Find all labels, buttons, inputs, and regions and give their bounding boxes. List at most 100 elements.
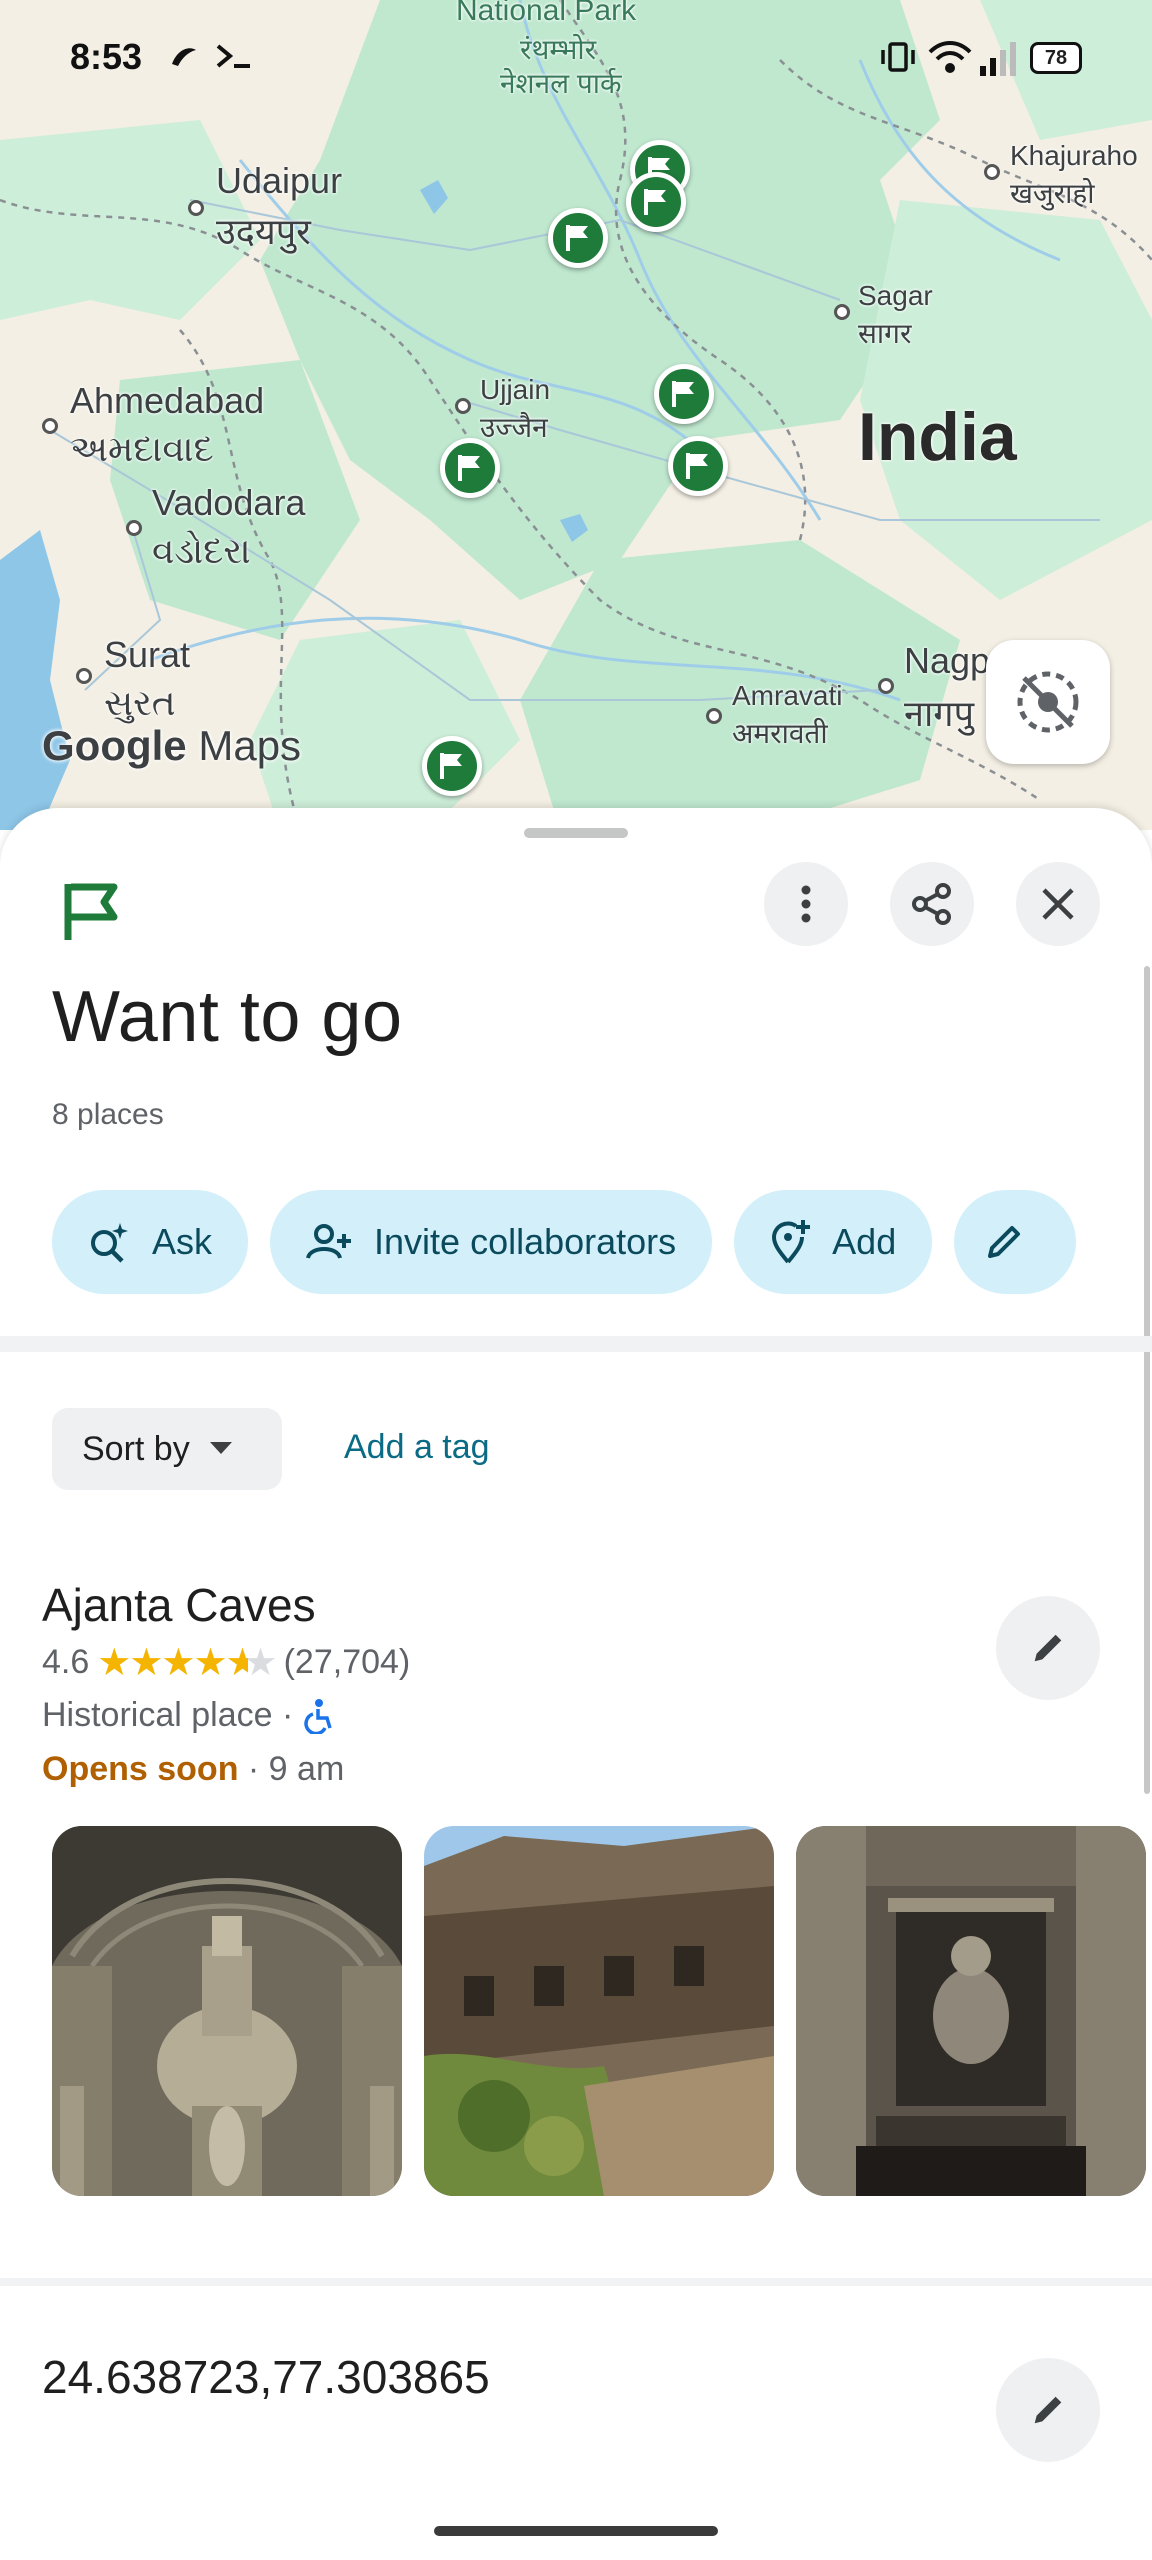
map-country-label: India <box>858 399 1017 475</box>
ask-sparkle-icon <box>91 1223 128 1263</box>
map-city-native-surat: સુરત <box>104 682 176 723</box>
my-location-button[interactable] <box>986 640 1110 764</box>
map-city-label-surat[interactable]: Surat <box>104 634 190 676</box>
add-place-chip[interactable]: Add <box>734 1190 933 1294</box>
place-type-row: Historical place · <box>42 1696 333 1735</box>
pencil-icon <box>988 1226 1021 1258</box>
more-vert-icon <box>801 885 811 923</box>
pencil-icon <box>1034 2396 1062 2424</box>
gesture-nav-bar[interactable] <box>434 2526 718 2536</box>
map-city-label-udaipur[interactable]: Udaipur <box>216 160 342 202</box>
share-icon <box>912 883 951 925</box>
map-city-dot <box>706 708 722 724</box>
cave-interior-stupa-photo[interactable] <box>52 1826 402 2196</box>
list-bottom-sheet: Want to go 8 places Ask Invite collabora… <box>0 808 1152 2560</box>
close-button[interactable] <box>1016 862 1100 946</box>
share-button[interactable] <box>890 862 974 946</box>
add-place-icon <box>772 1220 811 1264</box>
map-city-dot <box>126 520 142 536</box>
map-view[interactable]: National Park रंथम्भोर नेशनल पार्क Udaip… <box>0 0 1152 830</box>
star-rating-icon: ★★★★★★ <box>97 1642 277 1684</box>
map-city-label-ahmedabad[interactable]: Ahmedabad <box>70 380 264 422</box>
map-city-dot <box>42 418 58 434</box>
map-city-label-khajuraho[interactable]: Khajuraho <box>1010 140 1138 172</box>
flag-icon <box>644 189 666 215</box>
edit-list-chip[interactable] <box>954 1190 1077 1294</box>
place-coordinates[interactable]: 24.638723,77.303865 <box>42 2350 490 2404</box>
terminal-icon <box>216 44 250 68</box>
saved-place-pin[interactable] <box>548 208 608 268</box>
saved-place-pin[interactable] <box>626 172 686 232</box>
pencil-icon <box>1034 1634 1062 1662</box>
flag-icon <box>686 453 708 479</box>
map-city-label-nagpur[interactable]: Nagp <box>904 640 990 682</box>
map-city-dot <box>878 678 894 694</box>
saved-place-pin[interactable] <box>422 736 482 796</box>
map-city-dot <box>188 200 204 216</box>
map-city-native-khajuraho: खजुराहो <box>1010 178 1095 209</box>
add-tag-link[interactable]: Add a tag <box>344 1428 490 1467</box>
hours-row: Opens soon · 9 am <box>42 1750 344 1789</box>
rating-value: 4.6 <box>42 1643 90 1681</box>
edit-note-button[interactable] <box>996 1596 1100 1700</box>
more-options-button[interactable] <box>764 862 848 946</box>
ask-chip-label: Ask <box>152 1221 213 1262</box>
status-time: 8:53 <box>70 36 143 77</box>
wheelchair-accessible-icon <box>304 1698 332 1734</box>
invite-collaborators-label: Invite collaborators <box>374 1221 677 1262</box>
place-name[interactable]: Ajanta Caves <box>42 1578 316 1632</box>
flag-icon <box>440 753 462 779</box>
saved-place-pin[interactable] <box>668 436 728 496</box>
action-chips: Ask Invite collaborators Add <box>52 1190 1100 1294</box>
app-notification-icon <box>172 48 196 66</box>
google-maps-logo: Google Maps <box>42 722 302 769</box>
cliff-caves-photo[interactable] <box>424 1826 774 2196</box>
map-city-native-sagar: सागर <box>858 318 912 349</box>
map-city-native-vadodara: વડોદરા <box>152 530 251 571</box>
cave-buddha-shrine-photo[interactable] <box>796 1826 1146 2196</box>
map-city-label-sagar[interactable]: Sagar <box>858 280 933 312</box>
close-icon <box>1042 888 1074 920</box>
status-bar: 8:53 78 <box>0 0 1152 110</box>
wifi-icon <box>928 41 972 73</box>
invite-collaborators-chip[interactable]: Invite collaborators <box>270 1190 713 1294</box>
sheet-drag-handle[interactable] <box>524 828 628 838</box>
ask-chip[interactable]: Ask <box>52 1190 249 1294</box>
list-title: Want to go <box>52 977 403 1057</box>
open-status: Opens soon <box>42 1750 239 1788</box>
add-chip-label: Add <box>832 1221 897 1262</box>
signal-icon <box>980 42 1016 76</box>
section-divider <box>0 2278 1152 2286</box>
map-city-native-nagpur: नागपु <box>904 693 975 734</box>
sort-by-button[interactable]: Sort by <box>52 1408 282 1490</box>
flag-icon <box>64 883 118 940</box>
flag-icon <box>566 225 588 251</box>
map-city-native-udaipur: उदयपुर <box>216 211 311 252</box>
map-city-label-amravati[interactable]: Amravati <box>732 680 842 712</box>
map-city-dot <box>984 164 1000 180</box>
scrollbar[interactable] <box>1144 966 1150 1794</box>
person-add-icon <box>306 1224 352 1259</box>
map-city-native-ujjain: उज्जैन <box>480 412 548 443</box>
saved-place-pin[interactable] <box>440 438 500 498</box>
place-count: 8 places <box>52 1098 164 1131</box>
edit-note-button[interactable] <box>996 2358 1100 2462</box>
flag-icon <box>672 381 694 407</box>
place-photos <box>52 1826 1146 2196</box>
map-city-native-ahmedabad: અમદાવાદ <box>70 428 214 469</box>
review-count: (27,704) <box>283 1643 411 1681</box>
section-divider <box>0 1336 1152 1352</box>
map-city-label-vadodara[interactable]: Vadodara <box>152 482 305 524</box>
dropdown-arrow-icon <box>209 1442 232 1454</box>
flag-icon <box>458 455 480 481</box>
map-city-dot <box>76 668 92 684</box>
map-city-label-ujjain[interactable]: Ujjain <box>480 374 550 406</box>
place-type: Historical place · <box>42 1696 294 1734</box>
sort-by-label: Sort by <box>82 1429 190 1468</box>
map-city-native-amravati: अमरावती <box>732 718 828 749</box>
saved-place-pin[interactable] <box>654 364 714 424</box>
rating-row: 4.6 ★★★★★★ (27,704) <box>42 1640 410 1685</box>
opening-time: · 9 am <box>238 1750 345 1788</box>
map-city-dot <box>834 304 850 320</box>
battery-indicator: 78 <box>1030 42 1082 74</box>
